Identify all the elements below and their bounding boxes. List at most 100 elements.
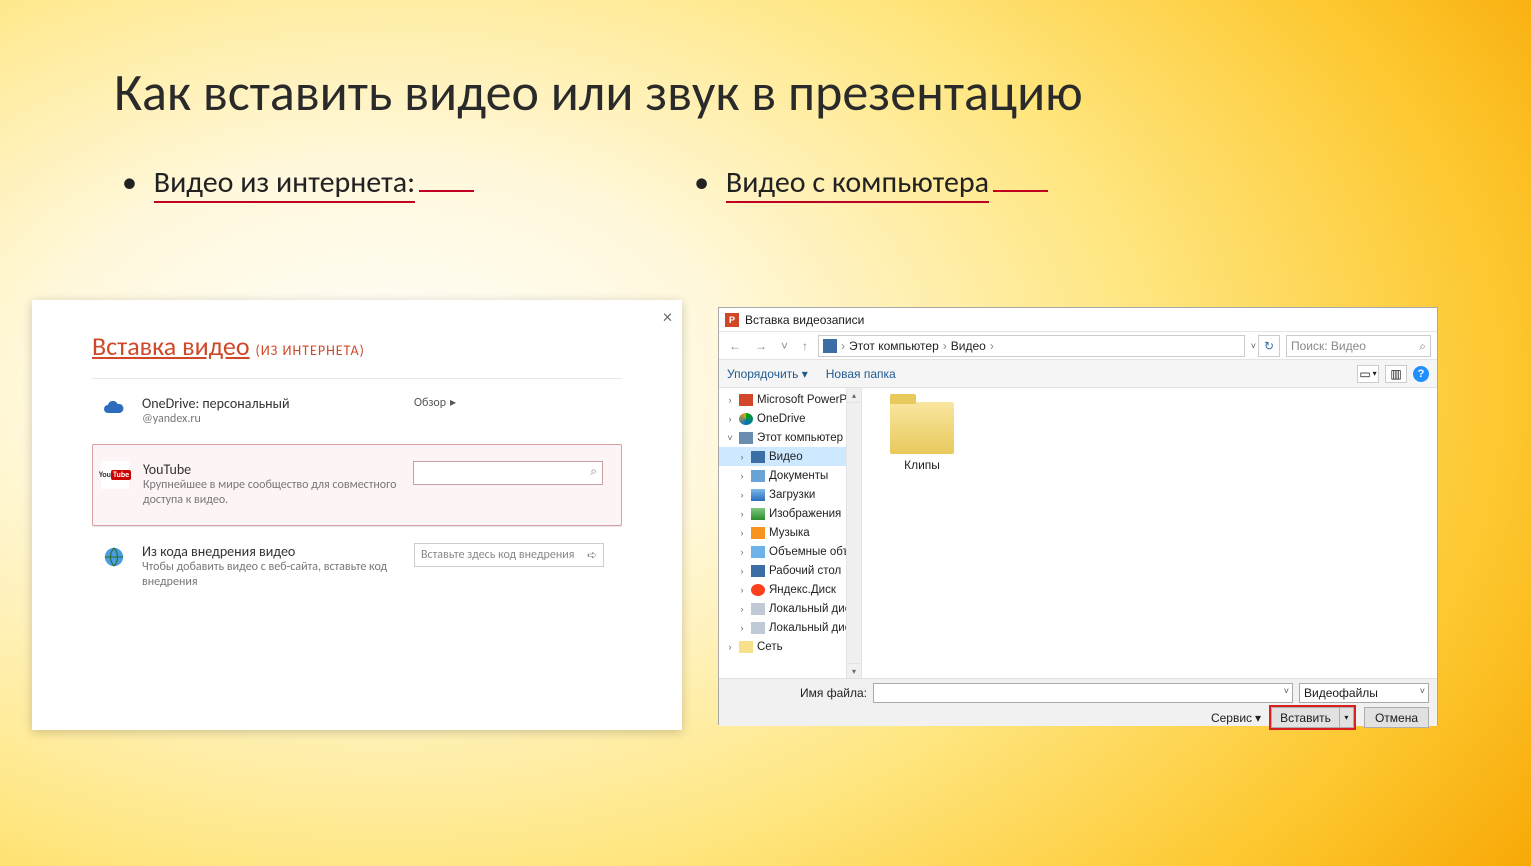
dialog-titlebar: P Вставка видеозаписи	[719, 308, 1437, 332]
crumb-this-pc[interactable]: Этот компьютер	[849, 339, 939, 353]
expand-icon[interactable]: ›	[725, 414, 735, 424]
expand-icon[interactable]: ›	[737, 490, 747, 500]
youtube-sub: Крупнейшее в мире сообщество для совмест…	[143, 478, 413, 509]
embed-title: Из кода внедрения видео	[142, 543, 414, 560]
help-icon[interactable]: ?	[1413, 366, 1429, 382]
ic-vid-icon	[751, 451, 765, 463]
cancel-button[interactable]: Отмена	[1364, 707, 1429, 728]
ic-desk-icon	[751, 565, 765, 577]
filename-input[interactable]: ˅	[873, 683, 1293, 703]
tree-label: Загрузки	[769, 489, 815, 501]
expand-icon[interactable]: ›	[737, 604, 747, 614]
tree-item[interactable]: ›Видео	[719, 447, 861, 466]
refresh-button[interactable]: ↻	[1258, 335, 1280, 357]
expand-icon[interactable]: ˅	[725, 433, 735, 443]
expand-icon[interactable]: ›	[737, 509, 747, 519]
path-dropdown-icon[interactable]: ˅	[1251, 341, 1256, 351]
filetype-select[interactable]: Видеофайлы ˅	[1299, 683, 1429, 703]
tree-label: Яндекс.Диск	[769, 584, 836, 596]
back-button[interactable]: ←	[725, 339, 745, 353]
source-embed[interactable]: Из кода внедрения видео Чтобы добавить в…	[92, 526, 622, 607]
tree-item[interactable]: ›Документы	[719, 466, 861, 485]
tree-item[interactable]: › Локальный дис	[719, 618, 861, 637]
tree-item[interactable]: › Сеть	[719, 637, 861, 656]
tools-dropdown[interactable]: Сервис ▾	[1211, 711, 1261, 725]
expand-icon[interactable]: ›	[737, 547, 747, 557]
bullet-computer-video: Видео с компьютера	[694, 164, 1048, 201]
tree-label: Сеть	[757, 641, 783, 653]
search-icon: ⌕	[590, 465, 597, 479]
file-list[interactable]: Клипы	[862, 388, 1437, 678]
tree-item[interactable]: › Яндекс.Диск	[719, 580, 861, 599]
tree-item[interactable]: › OneDrive	[719, 409, 861, 428]
expand-icon[interactable]: ›	[737, 585, 747, 595]
view-mode-button[interactable]: ▭ ▾	[1357, 365, 1379, 383]
source-youtube[interactable]: YouTube YouTube Крупнейшее в мире сообще…	[92, 444, 622, 526]
tree-item[interactable]: ›Объемные объ	[719, 542, 861, 561]
expand-icon[interactable]: ›	[725, 642, 735, 652]
ic-3d-icon	[751, 546, 765, 558]
tree-label: Локальный дис	[769, 622, 850, 634]
tree-item[interactable]: ›Рабочий стол	[719, 561, 861, 580]
insert-video-dialog: × Вставка видео (ИЗ ИНТЕРНЕТА) OneDrive:…	[32, 300, 682, 730]
expand-icon[interactable]: ›	[737, 566, 747, 576]
tree-item[interactable]: › Загрузки	[719, 485, 861, 504]
chevron-down-icon[interactable]: ˅	[1284, 686, 1289, 696]
ic-img-icon	[751, 508, 765, 520]
embed-sub: Чтобы добавить видео с веб-сайта, вставь…	[142, 560, 414, 591]
view-icon: ▭	[1359, 367, 1370, 381]
tree-item[interactable]: ›Локальный дис	[719, 599, 861, 618]
tree-label: Музыка	[769, 527, 810, 539]
tree-item[interactable]: › Музыка	[719, 523, 861, 542]
title-sub: (ИЗ ИНТЕРНЕТА)	[255, 342, 364, 359]
scroll-up-icon[interactable]: ▴	[847, 388, 861, 403]
tree-label: OneDrive	[757, 413, 806, 425]
globe-icon	[100, 543, 128, 571]
new-folder-button[interactable]: Новая папка	[826, 367, 896, 381]
youtube-title: YouTube	[143, 461, 413, 478]
embed-placeholder: Вставьте здесь код внедрения	[421, 548, 574, 562]
youtube-icon: YouTube	[101, 461, 129, 489]
bullet-internet-video: Видео из интернета:	[122, 164, 474, 201]
sep: ›	[943, 339, 947, 353]
expand-icon[interactable]: ›	[737, 471, 747, 481]
insert-dropdown[interactable]: ▾	[1340, 707, 1354, 728]
onedrive-title: OneDrive: персональный	[142, 395, 414, 412]
sep: ›	[841, 339, 845, 353]
folder-tree: ›Microsoft PowerP›OneDrive˅Этот компьюте…	[719, 388, 862, 678]
scroll-down-icon[interactable]: ▾	[847, 663, 861, 678]
insert-label[interactable]: Вставить	[1271, 707, 1340, 728]
expand-icon[interactable]: ›	[737, 528, 747, 538]
crumb-video[interactable]: Видео	[951, 339, 986, 353]
source-onedrive[interactable]: OneDrive: персональный @yandex.ru Обзор …	[92, 378, 622, 444]
embed-code-input[interactable]: Вставьте здесь код внедрения ➪	[414, 543, 604, 567]
breadcrumb[interactable]: › Этот компьютер › Видео ›	[818, 335, 1245, 357]
close-icon[interactable]: ×	[663, 306, 672, 328]
scrollbar[interactable]: ▴▾	[846, 388, 861, 678]
tree-item[interactable]: ˅Этот компьютер	[719, 428, 861, 447]
arrow-right-icon: ➪	[587, 548, 597, 563]
tools-label: Сервис	[1211, 711, 1252, 725]
tree-item[interactable]: › Изображения	[719, 504, 861, 523]
up-button[interactable]: ↑	[798, 339, 812, 353]
bullet-text: Видео с компьютера	[726, 164, 989, 203]
forward-button[interactable]: →	[751, 339, 771, 353]
folder-item[interactable]: Клипы	[882, 402, 962, 472]
youtube-search-input[interactable]: ⌕	[413, 461, 603, 485]
ic-od-icon	[739, 413, 753, 425]
history-dropdown[interactable]: ˅	[777, 339, 792, 353]
preview-pane-button[interactable]: ▥	[1385, 365, 1407, 383]
organize-button[interactable]: Упорядочить ▾	[727, 367, 808, 381]
expand-icon[interactable]: ›	[737, 452, 747, 462]
browse-link[interactable]: Обзор ▸	[414, 395, 614, 410]
expand-icon[interactable]: ›	[737, 623, 747, 633]
tree-label: Изображения	[769, 508, 841, 520]
slide-title: Как вставить видео или звук в презентаци…	[114, 60, 1431, 124]
expand-icon[interactable]: ›	[725, 395, 735, 405]
nav-bar: ← → ˅ ↑ › Этот компьютер › Видео › ˅ ↻ П…	[719, 332, 1437, 360]
chevron-down-icon: ▾	[1255, 711, 1261, 725]
search-input[interactable]: Поиск: Видео ⌕	[1286, 335, 1431, 357]
tree-item[interactable]: ›Microsoft PowerP	[719, 390, 861, 409]
insert-button[interactable]: Вставить ▾	[1269, 705, 1356, 730]
search-placeholder: Поиск: Видео	[1291, 339, 1366, 353]
